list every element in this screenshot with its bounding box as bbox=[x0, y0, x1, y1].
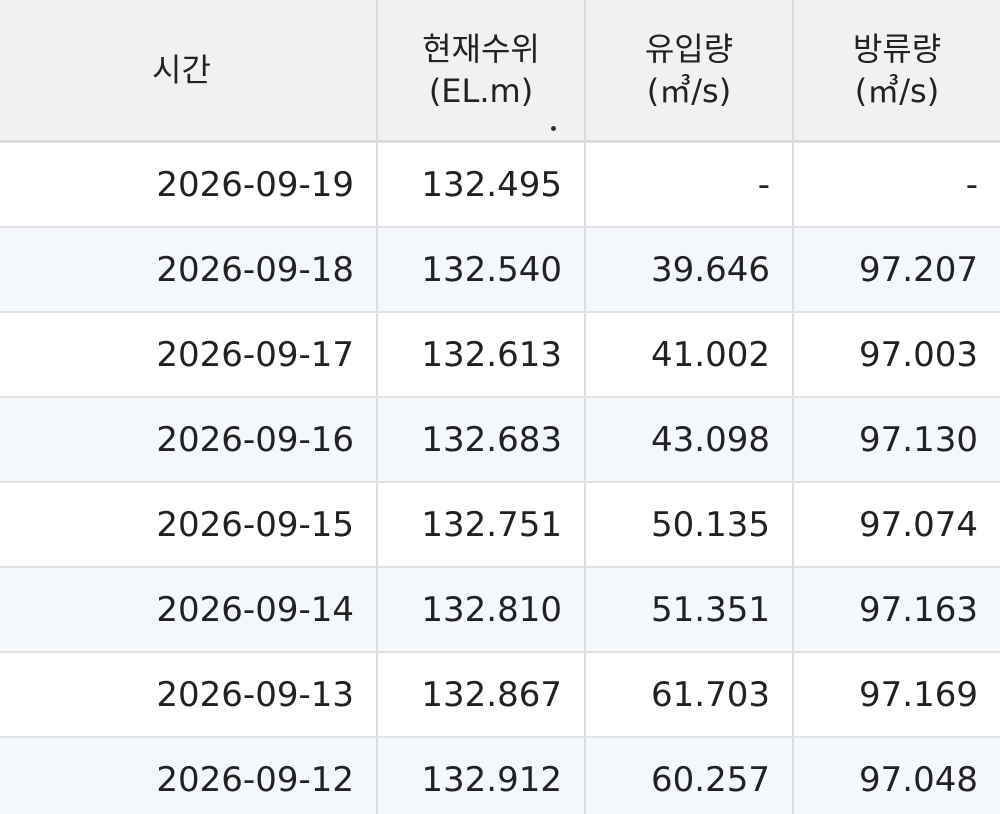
table-header-row: 시간 현재수위 (EL.m) 유입량 (㎥/s) 방류량 (㎥/s) bbox=[0, 0, 1000, 143]
cell-time: 2026-09-19 bbox=[0, 141, 378, 228]
cell-water-level: 132.867 bbox=[377, 652, 586, 738]
cell-outflow: 97.163 bbox=[793, 567, 1000, 653]
column-header-time[interactable]: 시간 bbox=[0, 0, 378, 143]
cell-water-level: 132.810 bbox=[377, 567, 586, 653]
cell-outflow: 97.207 bbox=[793, 227, 1000, 313]
cell-outflow: 97.048 bbox=[793, 737, 1000, 814]
table-row: 2026-09-13 132.867 61.703 97.169 bbox=[0, 652, 1000, 738]
table-row: 2026-09-16 132.683 43.098 97.130 bbox=[0, 397, 1000, 483]
column-header-outflow-label: 방류량 bbox=[852, 30, 942, 68]
cell-time: 2026-09-17 bbox=[0, 312, 378, 398]
column-header-outflow[interactable]: 방류량 (㎥/s) bbox=[793, 0, 1000, 143]
table-row: 2026-09-19 132.495 - - bbox=[0, 141, 1000, 228]
cell-time: 2026-09-12 bbox=[0, 737, 378, 814]
cell-inflow: 43.098 bbox=[585, 397, 794, 483]
cell-outflow: 97.169 bbox=[793, 652, 1000, 738]
table-header: 시간 현재수위 (EL.m) 유입량 (㎥/s) 방류량 (㎥/s) bbox=[0, 0, 1000, 143]
cell-water-level: 132.495 bbox=[377, 141, 586, 228]
table-row: 2026-09-18 132.540 39.646 97.207 bbox=[0, 227, 1000, 313]
cell-outflow: 97.130 bbox=[793, 397, 1000, 483]
cell-time: 2026-09-15 bbox=[0, 482, 378, 568]
cell-inflow: 39.646 bbox=[585, 227, 794, 313]
cell-outflow: - bbox=[793, 141, 1000, 228]
cell-inflow: 61.703 bbox=[585, 652, 794, 738]
cell-inflow: 50.135 bbox=[585, 482, 794, 568]
sort-indicator-icon bbox=[551, 126, 556, 131]
table-row: 2026-09-14 132.810 51.351 97.163 bbox=[0, 567, 1000, 653]
water-level-table-container: 시간 현재수위 (EL.m) 유입량 (㎥/s) 방류량 (㎥/s) 2026-… bbox=[0, 0, 1000, 814]
cell-water-level: 132.751 bbox=[377, 482, 586, 568]
cell-time: 2026-09-13 bbox=[0, 652, 378, 738]
cell-outflow: 97.003 bbox=[793, 312, 1000, 398]
cell-water-level: 132.683 bbox=[377, 397, 586, 483]
table-body: 2026-09-19 132.495 - - 2026-09-18 132.54… bbox=[0, 141, 1000, 814]
column-header-inflow-unit: (㎥/s) bbox=[646, 72, 732, 110]
column-header-inflow[interactable]: 유입량 (㎥/s) bbox=[585, 0, 794, 143]
cell-water-level: 132.613 bbox=[377, 312, 586, 398]
column-header-water-level-label: 현재수위 bbox=[422, 30, 540, 68]
table-row: 2026-09-15 132.751 50.135 97.074 bbox=[0, 482, 1000, 568]
column-header-water-level[interactable]: 현재수위 (EL.m) bbox=[377, 0, 586, 143]
water-level-table: 시간 현재수위 (EL.m) 유입량 (㎥/s) 방류량 (㎥/s) 2026-… bbox=[0, 0, 1000, 814]
cell-water-level: 132.912 bbox=[377, 737, 586, 814]
cell-inflow: 51.351 bbox=[585, 567, 794, 653]
cell-time: 2026-09-16 bbox=[0, 397, 378, 483]
column-header-inflow-label: 유입량 bbox=[644, 30, 734, 68]
cell-outflow: 97.074 bbox=[793, 482, 1000, 568]
column-header-outflow-unit: (㎥/s) bbox=[854, 72, 940, 110]
cell-time: 2026-09-14 bbox=[0, 567, 378, 653]
cell-water-level: 132.540 bbox=[377, 227, 586, 313]
column-header-time-label: 시간 bbox=[152, 51, 211, 89]
cell-time: 2026-09-18 bbox=[0, 227, 378, 313]
table-row: 2026-09-12 132.912 60.257 97.048 bbox=[0, 737, 1000, 814]
column-header-water-level-unit: (EL.m) bbox=[428, 72, 534, 110]
cell-inflow: 41.002 bbox=[585, 312, 794, 398]
cell-inflow: 60.257 bbox=[585, 737, 794, 814]
cell-inflow: - bbox=[585, 141, 794, 228]
table-row: 2026-09-17 132.613 41.002 97.003 bbox=[0, 312, 1000, 398]
